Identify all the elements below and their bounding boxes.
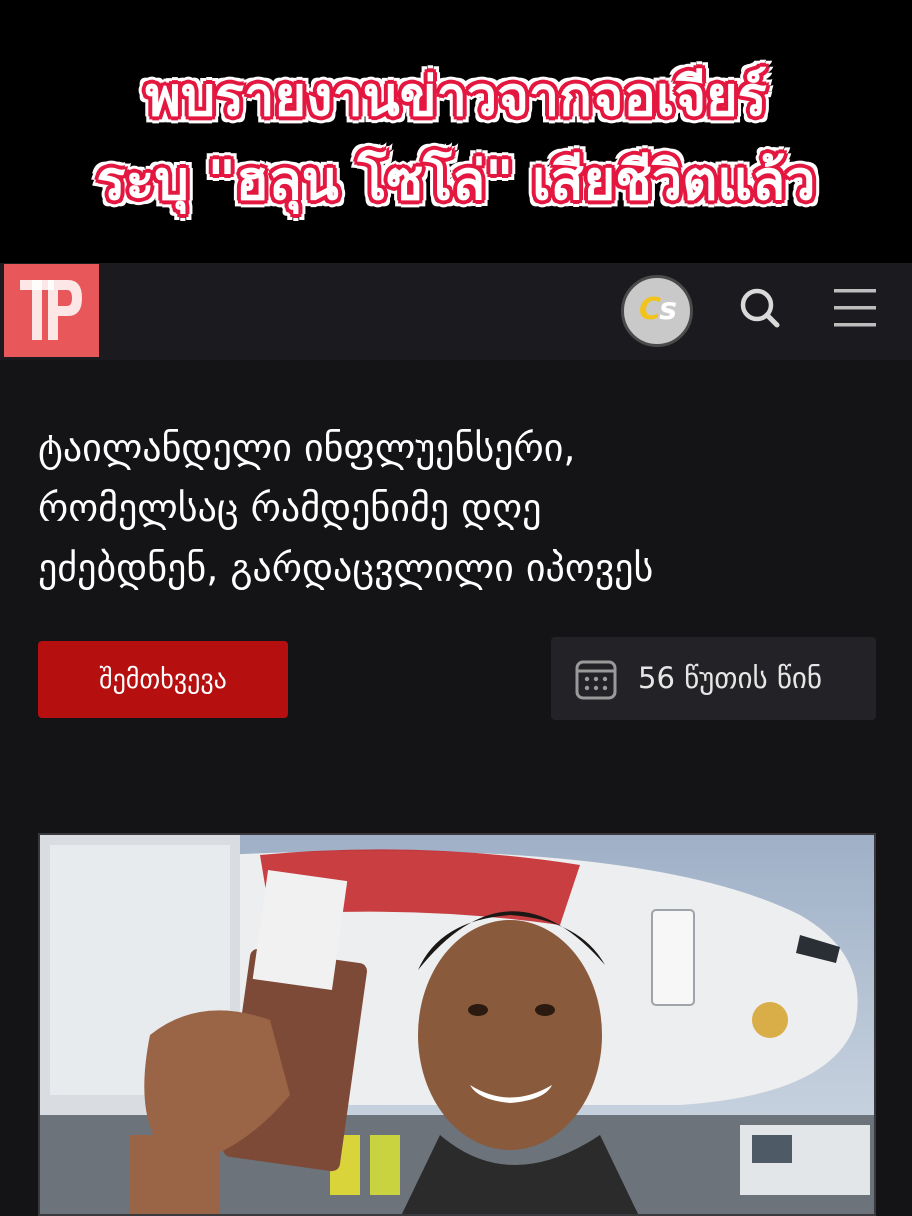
caption-line-1: พบรายงานข่าวจากจอเจียร์ bbox=[145, 65, 767, 128]
cs-badge-button[interactable]: Cs bbox=[621, 275, 693, 347]
calendar-icon bbox=[575, 660, 617, 700]
caption-banner: พบรายงานข่าวจากจอเจียร์ ระบุ "ฮลุน โซโล่… bbox=[0, 0, 912, 263]
hamburger-menu-icon bbox=[834, 289, 876, 327]
ip-logo-icon bbox=[20, 280, 82, 340]
caption-line-2: ระบุ "ฮลุน โซโล่" เสียชีวิตแล้ว bbox=[96, 149, 816, 212]
headline-line-2: რომელსაც რამდენიმე დღე bbox=[38, 486, 542, 530]
search-button[interactable] bbox=[735, 283, 785, 337]
article-headline[interactable]: ტაილანდელი ინფლუენსერი, რომელსაც რამდენი… bbox=[38, 418, 878, 598]
category-tag-button[interactable]: შემთხვევა bbox=[38, 641, 288, 718]
search-icon bbox=[740, 288, 780, 328]
publish-time: 56 წუთის წინ bbox=[551, 637, 876, 720]
headline-line-3: ეძებდნენ, გარდაცვლილი იპოვეს bbox=[38, 546, 654, 590]
headline-line-1: ტაილანდელი ინფლუენსერი, bbox=[38, 426, 576, 470]
menu-button[interactable] bbox=[830, 283, 880, 337]
article-photo-illustration bbox=[40, 835, 874, 1214]
article-photo[interactable] bbox=[38, 833, 876, 1216]
time-ago-text: 56 წუთის წინ bbox=[638, 661, 823, 695]
site-logo[interactable] bbox=[4, 264, 99, 357]
